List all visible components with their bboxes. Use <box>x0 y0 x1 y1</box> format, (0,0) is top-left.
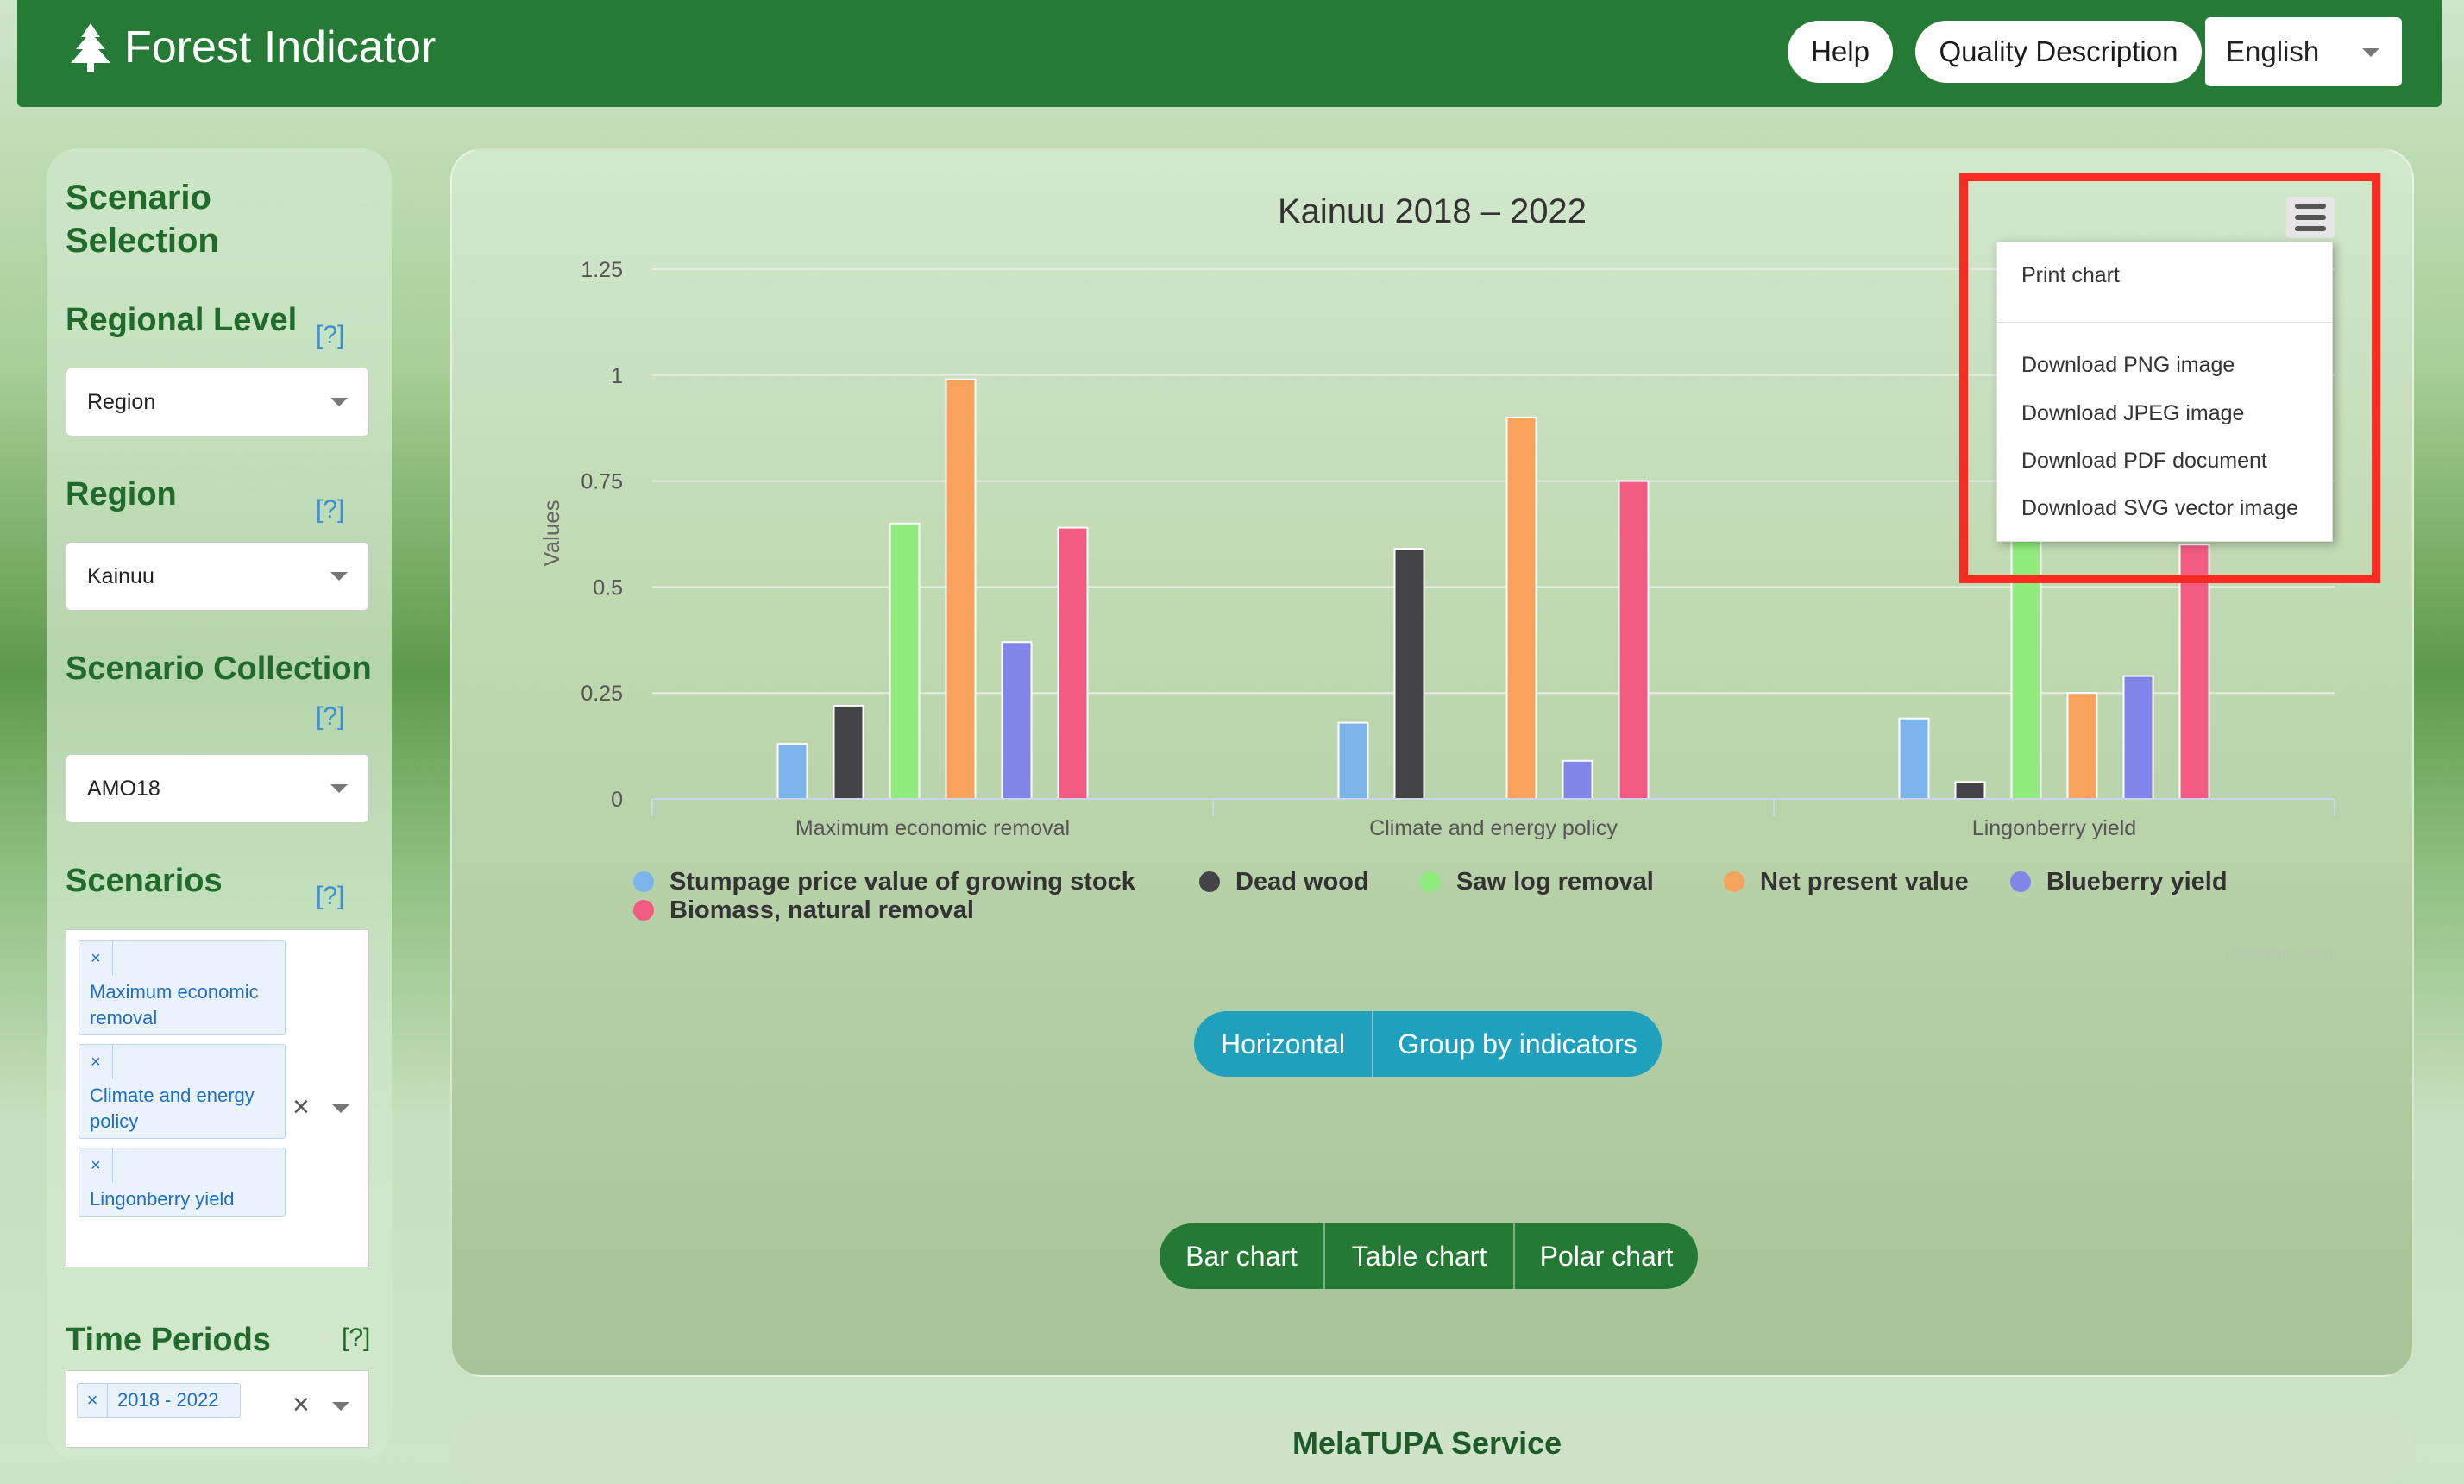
scenario-collection-help-link[interactable]: [?] <box>316 702 344 732</box>
group-by-indicators-button[interactable]: Group by indicators <box>1372 1011 1662 1077</box>
regional-level-label: Regional Level <box>66 302 298 338</box>
remove-tag-icon[interactable]: × <box>79 1148 113 1183</box>
language-value: English <box>2226 35 2320 67</box>
sidebar-title-line2: Selection <box>66 222 219 260</box>
chevron-down-icon[interactable] <box>332 1402 349 1411</box>
regional-level-select[interactable]: Region <box>66 368 369 437</box>
melatupa-panel: MelaTUPA Service <box>450 1415 2414 1484</box>
tree-icon <box>71 23 110 72</box>
scenario-tag: × Climate and energy policy <box>79 1044 286 1139</box>
remove-tag-icon[interactable]: × <box>79 1045 113 1079</box>
melatupa-panel-title: MelaTUPA Service <box>1292 1425 1562 1461</box>
chevron-down-icon <box>330 784 348 793</box>
polar-chart-button[interactable]: Polar chart <box>1513 1223 1698 1289</box>
scenario-tag-label: Lingonberry yield <box>90 1188 235 1210</box>
chart-options-group: Horizontal Group by indicators <box>1194 1011 1662 1077</box>
scenarios-label: Scenarios <box>66 863 223 899</box>
clear-all-icon[interactable]: × <box>292 1388 310 1422</box>
chevron-down-icon <box>330 572 348 581</box>
clear-all-icon[interactable]: × <box>292 1091 310 1124</box>
table-chart-button[interactable]: Table chart <box>1323 1223 1513 1289</box>
time-periods-help-link[interactable]: [?] <box>342 1324 370 1353</box>
remove-tag-icon[interactable]: × <box>79 941 113 976</box>
region-value: Kainuu <box>87 563 154 588</box>
scenarios-help-link[interactable]: [?] <box>316 882 344 911</box>
top-navbar: Forest Indicator Help Quality Descriptio… <box>17 0 2442 107</box>
scenario-tag: × Maximum economic removal <box>79 940 286 1035</box>
language-select[interactable]: English <box>2205 17 2402 86</box>
scenario-collection-select[interactable]: AMO18 <box>66 754 369 823</box>
remove-tag-icon[interactable]: × <box>78 1384 108 1417</box>
scenarios-multiselect[interactable]: × Maximum economic removal × Climate and… <box>66 929 369 1267</box>
regional-level-help-link[interactable]: [?] <box>316 321 344 350</box>
time-periods-label: Time Periods <box>66 1322 271 1358</box>
time-periods-multiselect[interactable]: × 2018 - 2022 × <box>66 1370 369 1448</box>
chevron-down-icon <box>2362 48 2379 57</box>
time-period-tag-label: 2018 - 2022 <box>117 1389 219 1411</box>
region-select[interactable]: Kainuu <box>66 542 369 611</box>
scenario-tag: × Lingonberry yield <box>79 1148 286 1217</box>
scenario-tag-label: Maximum economic removal <box>90 981 259 1028</box>
time-period-tag: × 2018 - 2022 <box>77 1383 241 1418</box>
sidebar-title-line1: Scenario <box>66 179 211 217</box>
chevron-down-icon[interactable] <box>332 1104 349 1113</box>
help-button[interactable]: Help <box>1788 21 1893 83</box>
region-help-link[interactable]: [?] <box>316 495 344 525</box>
highlight-box <box>1959 173 2380 583</box>
chevron-down-icon <box>330 398 348 406</box>
region-label: Region <box>66 476 177 512</box>
quality-description-button[interactable]: Quality Description <box>1915 21 2202 83</box>
scenario-tag-label: Climate and energy policy <box>90 1085 255 1132</box>
brand-name: Forest Indicator <box>124 22 437 72</box>
regional-level-value: Region <box>87 389 156 414</box>
horizontal-toggle-button[interactable]: Horizontal <box>1194 1011 1372 1077</box>
scenario-collection-value: AMO18 <box>87 776 160 801</box>
scenario-selection-sidebar: Scenario Selection Regional Level [?] Re… <box>47 148 392 1460</box>
sidebar-title: Scenario Selection <box>66 176 219 262</box>
scenario-collection-label: Scenario Collection <box>66 651 372 687</box>
chart-type-group: Bar chart Table chart Polar chart <box>1160 1223 1698 1289</box>
brand-logo[interactable]: Forest Indicator <box>69 17 436 78</box>
bar-chart-button[interactable]: Bar chart <box>1160 1223 1323 1289</box>
